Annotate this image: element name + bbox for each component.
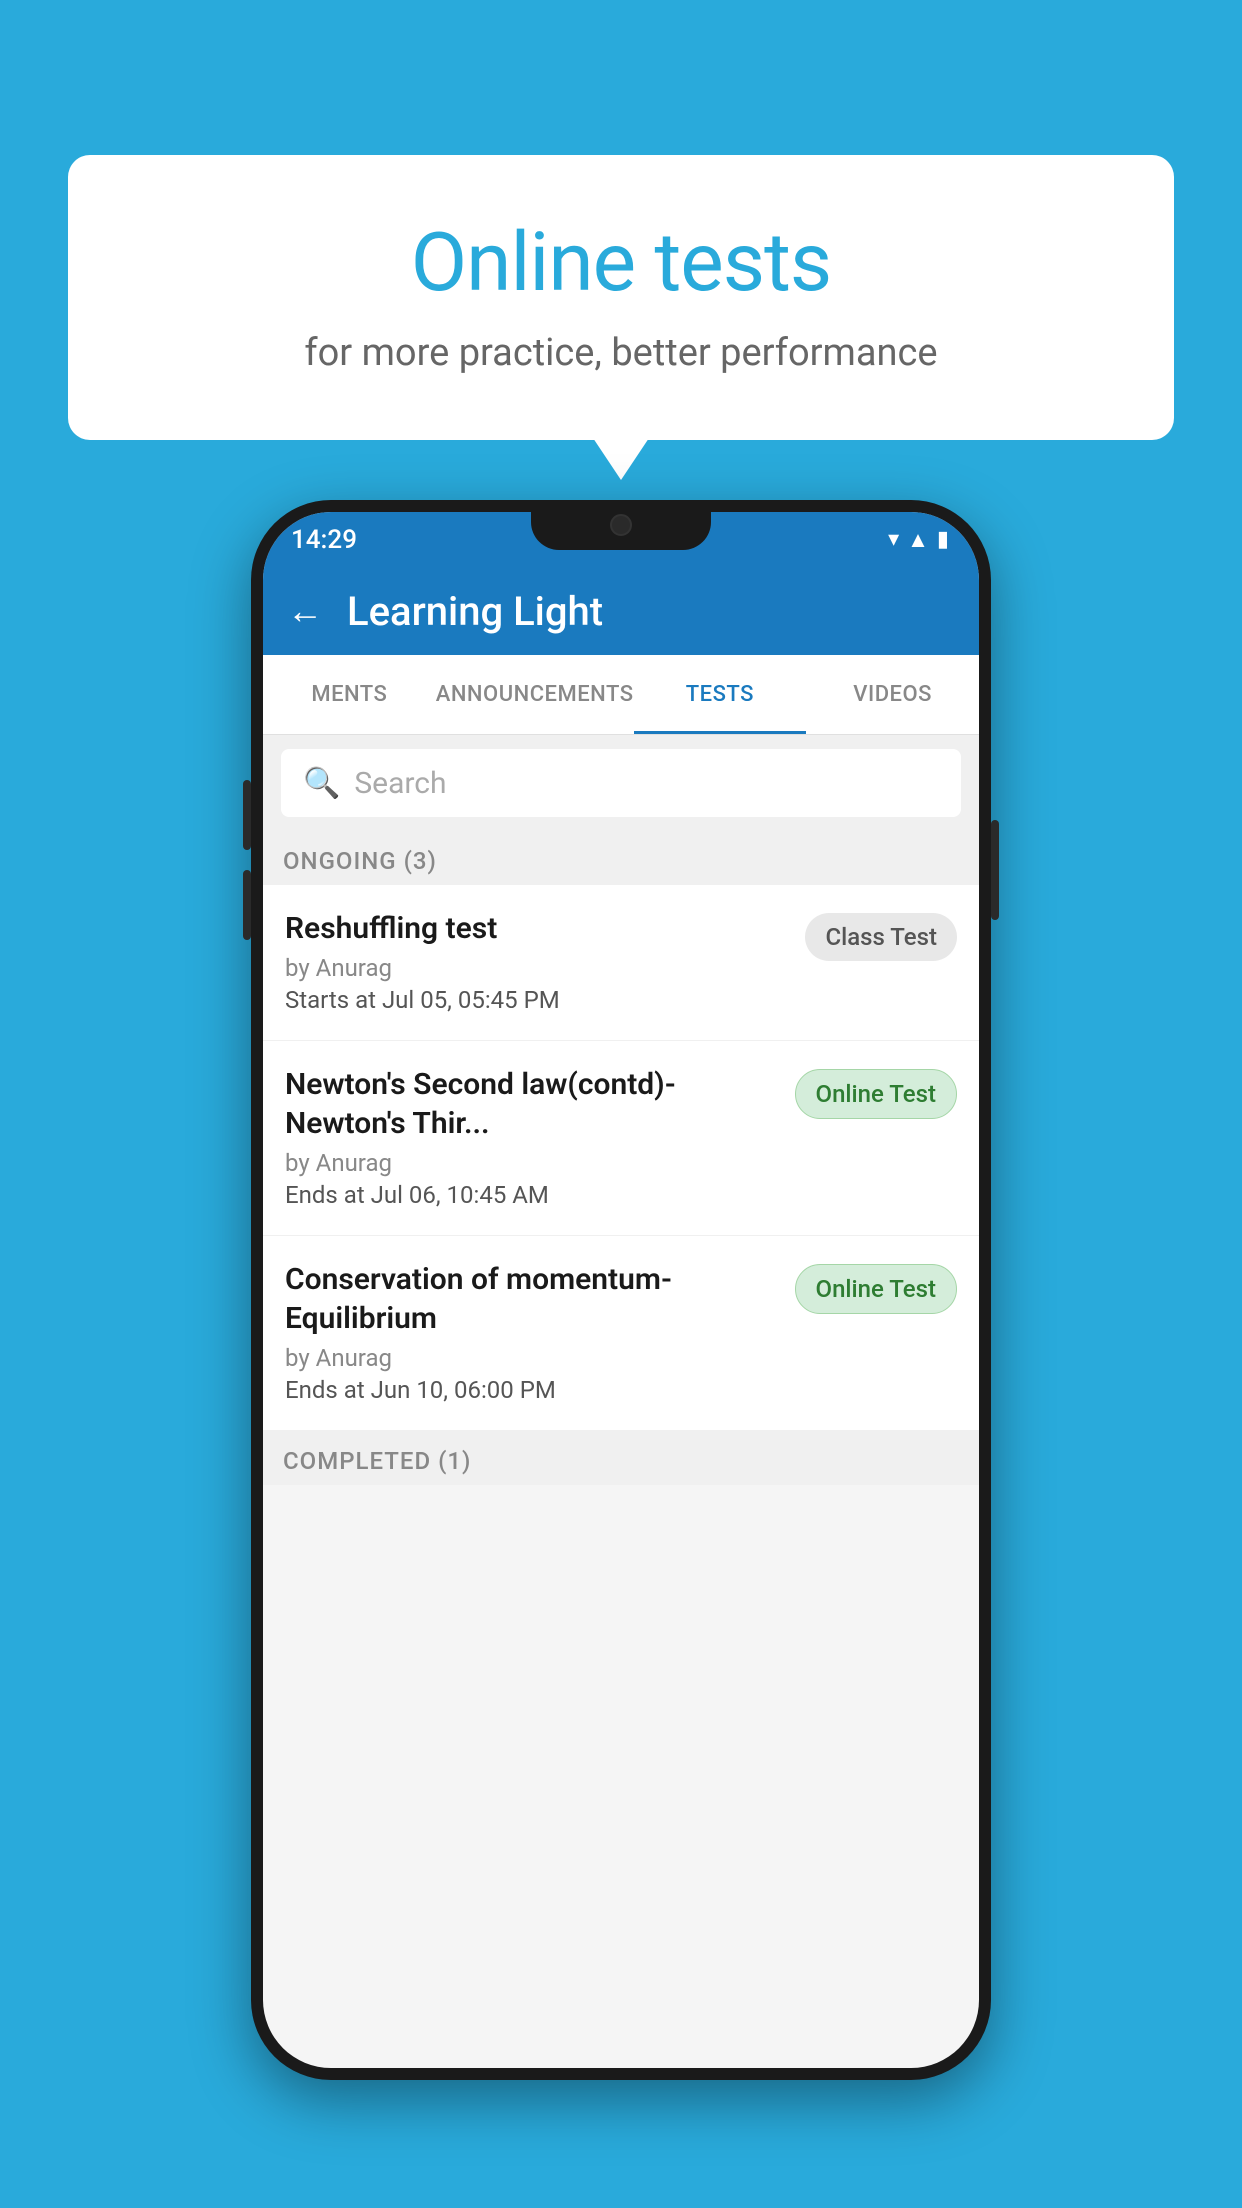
tab-videos[interactable]: VIDEOS (806, 655, 979, 734)
back-arrow-icon[interactable]: ← (287, 590, 323, 632)
search-container: 🔍 Search (263, 735, 979, 831)
test-author-2: by Anurag (285, 1149, 779, 1177)
volume-down-button[interactable] (243, 870, 251, 940)
tab-announcements[interactable]: ANNOUNCEMENTS (436, 655, 634, 734)
search-icon: 🔍 (303, 766, 340, 801)
phone-frame: 14:29 ▾ ▲ ▮ ← Learning Light MENTS ANNOU… (251, 500, 991, 2080)
test-badge-3: Online Test (795, 1264, 957, 1314)
test-badge-2: Online Test (795, 1069, 957, 1119)
battery-icon: ▮ (937, 527, 949, 552)
speech-bubble: Online tests for more practice, better p… (68, 155, 1174, 440)
test-info-1: Reshuffling test by Anurag Starts at Jul… (285, 909, 805, 1014)
test-info-3: Conservation of momentum-Equilibrium by … (285, 1260, 795, 1404)
app-header: ← Learning Light (263, 567, 979, 655)
volume-up-button[interactable] (243, 780, 251, 850)
power-button[interactable] (991, 820, 999, 920)
speech-bubble-container: Online tests for more practice, better p… (68, 155, 1174, 440)
test-list: Reshuffling test by Anurag Starts at Jul… (263, 885, 979, 1431)
search-placeholder: Search (354, 766, 446, 801)
test-author-3: by Anurag (285, 1344, 779, 1372)
phone-notch (531, 500, 711, 550)
ongoing-title: ONGOING (3) (283, 847, 437, 875)
bubble-subtitle: for more practice, better performance (148, 331, 1094, 375)
wifi-icon: ▾ (888, 527, 899, 552)
test-info-2: Newton's Second law(contd)-Newton's Thir… (285, 1065, 795, 1209)
test-title-2: Newton's Second law(contd)-Newton's Thir… (285, 1065, 779, 1143)
test-item-conservation[interactable]: Conservation of momentum-Equilibrium by … (263, 1236, 979, 1431)
test-badge-1: Class Test (805, 913, 957, 961)
tab-bar: MENTS ANNOUNCEMENTS TESTS VIDEOS (263, 655, 979, 735)
signal-icon: ▲ (907, 527, 929, 553)
search-bar[interactable]: 🔍 Search (281, 749, 961, 817)
phone-container: 14:29 ▾ ▲ ▮ ← Learning Light MENTS ANNOU… (251, 500, 991, 2080)
test-time-2: Ends at Jul 06, 10:45 AM (285, 1181, 779, 1209)
tab-tests[interactable]: TESTS (634, 655, 807, 734)
completed-title: COMPLETED (1) (283, 1447, 471, 1475)
test-item-newtons[interactable]: Newton's Second law(contd)-Newton's Thir… (263, 1041, 979, 1236)
test-time-1: Starts at Jul 05, 05:45 PM (285, 986, 789, 1014)
ongoing-section-header: ONGOING (3) (263, 831, 979, 885)
test-item-reshuffling[interactable]: Reshuffling test by Anurag Starts at Jul… (263, 885, 979, 1041)
test-title-3: Conservation of momentum-Equilibrium (285, 1260, 779, 1338)
test-author-1: by Anurag (285, 954, 789, 982)
test-time-3: Ends at Jun 10, 06:00 PM (285, 1376, 779, 1404)
status-time: 14:29 (291, 525, 357, 555)
bubble-title: Online tests (148, 215, 1094, 311)
completed-section-header: COMPLETED (1) (263, 1431, 979, 1485)
test-title-1: Reshuffling test (285, 909, 789, 948)
status-icons: ▾ ▲ ▮ (888, 527, 949, 553)
app-title: Learning Light (347, 588, 603, 635)
front-camera (610, 514, 632, 536)
phone-screen: 14:29 ▾ ▲ ▮ ← Learning Light MENTS ANNOU… (263, 512, 979, 2068)
tab-ments[interactable]: MENTS (263, 655, 436, 734)
